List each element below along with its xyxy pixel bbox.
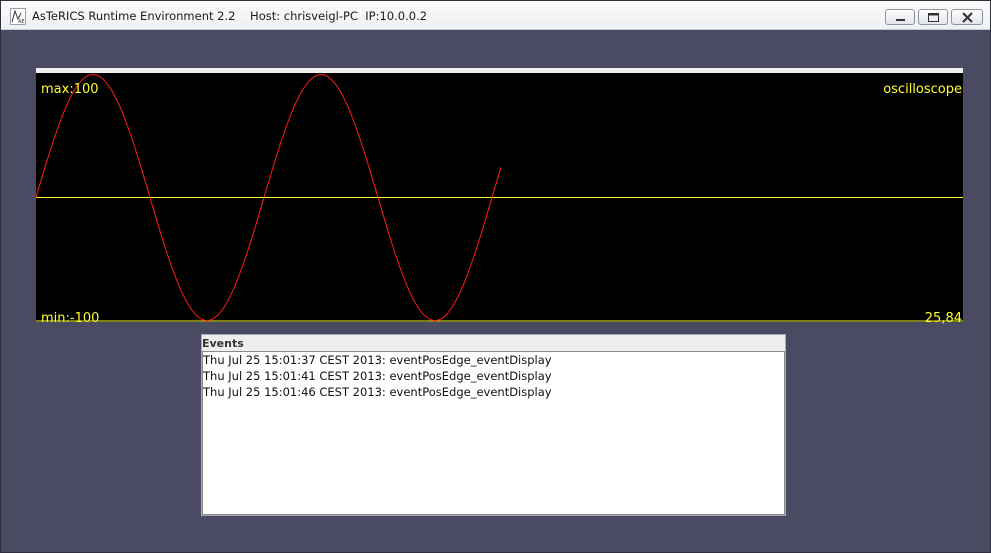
window-title: AsTeRICS Runtime Environment 2.2 Host: c… (32, 9, 428, 23)
maximize-icon (928, 13, 939, 22)
event-list-item[interactable]: Thu Jul 25 15:01:46 CEST 2013: eventPosE… (203, 384, 784, 400)
close-button[interactable] (951, 9, 983, 25)
event-list-item[interactable]: Thu Jul 25 15:01:37 CEST 2013: eventPosE… (203, 352, 784, 368)
asterics-app-icon: AE (10, 8, 26, 25)
event-list-item[interactable]: Thu Jul 25 15:01:41 CEST 2013: eventPosE… (203, 368, 784, 384)
svg-text:AE: AE (18, 19, 25, 24)
min-label: min:-100 (41, 311, 100, 326)
events-panel: Events Thu Jul 25 15:01:37 CEST 2013: ev… (201, 334, 786, 516)
events-title: Events (202, 337, 244, 350)
maximize-button[interactable] (918, 9, 948, 25)
oscilloscope-name-label: oscilloscope (883, 82, 962, 97)
oscilloscope-plot (36, 73, 963, 322)
minimize-icon (896, 19, 905, 21)
events-list[interactable]: Thu Jul 25 15:01:37 CEST 2013: eventPosE… (202, 351, 785, 515)
title-bar[interactable]: AE AsTeRICS Runtime Environment 2.2 Host… (1, 1, 990, 30)
application-window: AE AsTeRICS Runtime Environment 2.2 Host… (0, 0, 991, 553)
max-label: max:100 (41, 82, 99, 97)
oscilloscope-display: max:100 min:-100 oscilloscope 25,84 (36, 68, 963, 326)
current-value-label: 25,84 (924, 311, 962, 326)
close-icon (962, 12, 973, 23)
minimize-button[interactable] (885, 9, 915, 25)
